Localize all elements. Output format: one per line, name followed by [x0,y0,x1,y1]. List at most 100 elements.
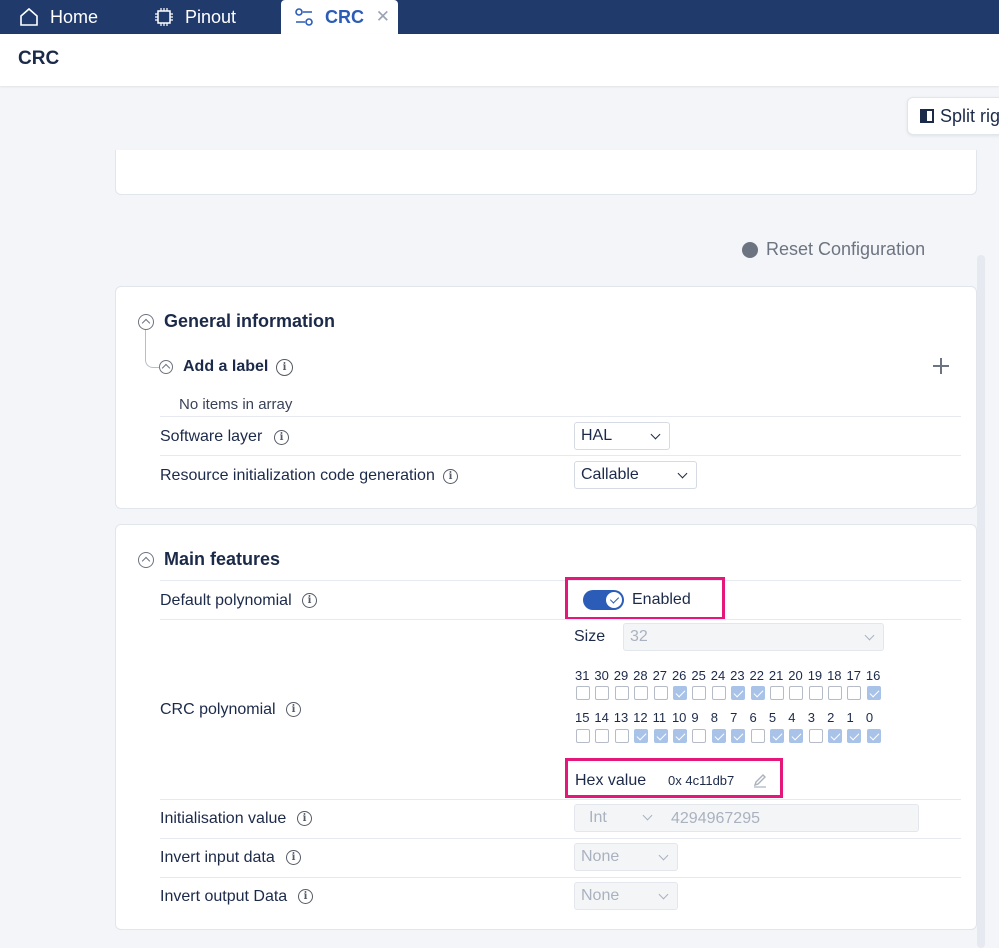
bit-number: 15 [575,710,590,725]
bit-5-checkbox[interactable] [769,729,784,743]
bit-14-checkbox[interactable] [595,729,610,743]
collapse-label-icon[interactable] [159,360,173,374]
invert-output-select[interactable]: None [574,882,678,910]
bit-4-checkbox[interactable] [789,729,804,743]
bit-number: 5 [768,710,777,725]
bit-18-checkbox[interactable] [828,686,843,700]
split-button-label: Split rig [940,105,999,126]
bit-number: 24 [710,668,726,683]
divider [160,799,961,800]
tab-home[interactable]: Home [18,0,98,34]
info-icon[interactable]: i [274,430,289,445]
collapse-main-icon[interactable] [138,552,154,568]
chevron-down-icon [864,630,875,641]
scrollbar[interactable] [977,255,985,948]
tab-bar: Home Pinout CRC ✕ [0,0,999,34]
default-polynomial-toggle[interactable] [583,590,624,610]
bit-9-checkbox[interactable] [692,729,707,743]
software-layer-select[interactable]: HAL [574,422,670,450]
info-icon[interactable]: i [276,359,293,376]
bit-31-checkbox[interactable] [576,686,590,700]
bit-number: 17 [846,668,861,683]
split-view-icon [920,109,934,123]
bit-7-checkbox[interactable] [731,729,746,743]
bit-22-checkbox[interactable] [750,686,765,700]
info-icon[interactable]: i [443,469,458,484]
bit-number: 31 [575,668,590,683]
bit-25-checkbox[interactable] [692,686,707,700]
bit-0-checkbox[interactable] [866,729,881,743]
bit-30-checkbox[interactable] [595,686,610,700]
bit-13-checkbox[interactable] [614,729,629,743]
general-information-title: General information [164,311,336,331]
bit-10-checkbox[interactable] [672,729,687,743]
bit-number: 20 [788,668,803,683]
bit-6-checkbox[interactable] [750,729,765,743]
bit-8-checkbox[interactable] [711,729,726,743]
chevron-down-icon [642,810,653,821]
bit-numbers-low: 15 14 13 12 11 10 9 8 7 6 5 4 3 2 1 0 [575,710,885,725]
bit-29-checkbox[interactable] [614,686,629,700]
invert-input-select[interactable]: None [574,843,678,871]
bit-20-checkbox[interactable] [789,686,804,700]
tab-crc[interactable]: CRC ✕ [281,0,398,34]
bit-3-checkbox[interactable] [808,729,823,743]
close-icon[interactable]: ✕ [376,8,390,25]
split-right-button[interactable]: Split rig [907,97,999,135]
divider [160,455,961,456]
bit-21-checkbox[interactable] [769,686,784,700]
init-value-label: Initialisation value [160,810,287,827]
bit-2-checkbox[interactable] [828,729,843,743]
bit-11-checkbox[interactable] [653,729,668,743]
invert-output-label: Invert output Data [160,888,288,905]
init-type-select[interactable]: Int [583,806,661,830]
bit-17-checkbox[interactable] [847,686,862,700]
resource-init-label: Resource initialization code generation [160,467,435,484]
reset-label: Reset Configuration [766,239,926,259]
bit-number: 23 [730,668,745,683]
hex-value: 0x 4c11db7 [668,773,735,788]
info-icon[interactable]: i [286,850,301,865]
check-icon [606,592,622,608]
tab-pinout[interactable]: Pinout [153,0,236,34]
hex-value-label: Hex value [575,772,647,789]
bit-number: 18 [827,668,842,683]
bit-number: 30 [594,668,609,683]
bit-1-checkbox[interactable] [847,729,862,743]
tree-connector [145,330,159,368]
resource-init-select[interactable]: Callable [574,461,697,489]
bit-12-checkbox[interactable] [634,729,649,743]
size-select[interactable]: 32 [623,623,884,651]
bit-checkboxes-low [576,729,886,743]
collapse-general-icon[interactable] [138,314,154,330]
bit-number: 8 [710,710,718,725]
info-icon[interactable]: i [302,593,317,608]
default-polynomial-label: Default polynomial [160,592,292,609]
add-icon[interactable] [932,357,950,375]
invert-input-value: None [581,848,620,865]
info-icon[interactable]: i [298,889,313,904]
bit-19-checkbox[interactable] [808,686,823,700]
bit-number: 10 [671,710,687,725]
bit-number: 22 [749,668,764,683]
reset-configuration-button[interactable]: Reset Configuration [742,239,925,260]
bit-number: 7 [730,710,738,725]
bit-checkboxes-high [576,686,886,700]
pencil-icon[interactable] [752,772,768,788]
bit-16-checkbox[interactable] [866,686,881,700]
bit-23-checkbox[interactable] [731,686,746,700]
bit-24-checkbox[interactable] [711,686,726,700]
bit-number: 1 [846,710,854,725]
bit-26-checkbox[interactable] [672,686,687,700]
bit-number: 3 [807,710,815,725]
bit-28-checkbox[interactable] [634,686,649,700]
home-icon [18,6,40,28]
info-icon[interactable]: i [286,702,301,717]
reset-icon [742,241,758,258]
bit-15-checkbox[interactable] [576,729,590,743]
bit-number: 0 [865,710,874,725]
bit-number: 12 [633,710,648,725]
bit-number: 29 [613,668,629,683]
bit-27-checkbox[interactable] [653,686,668,700]
info-icon[interactable]: i [297,811,312,826]
